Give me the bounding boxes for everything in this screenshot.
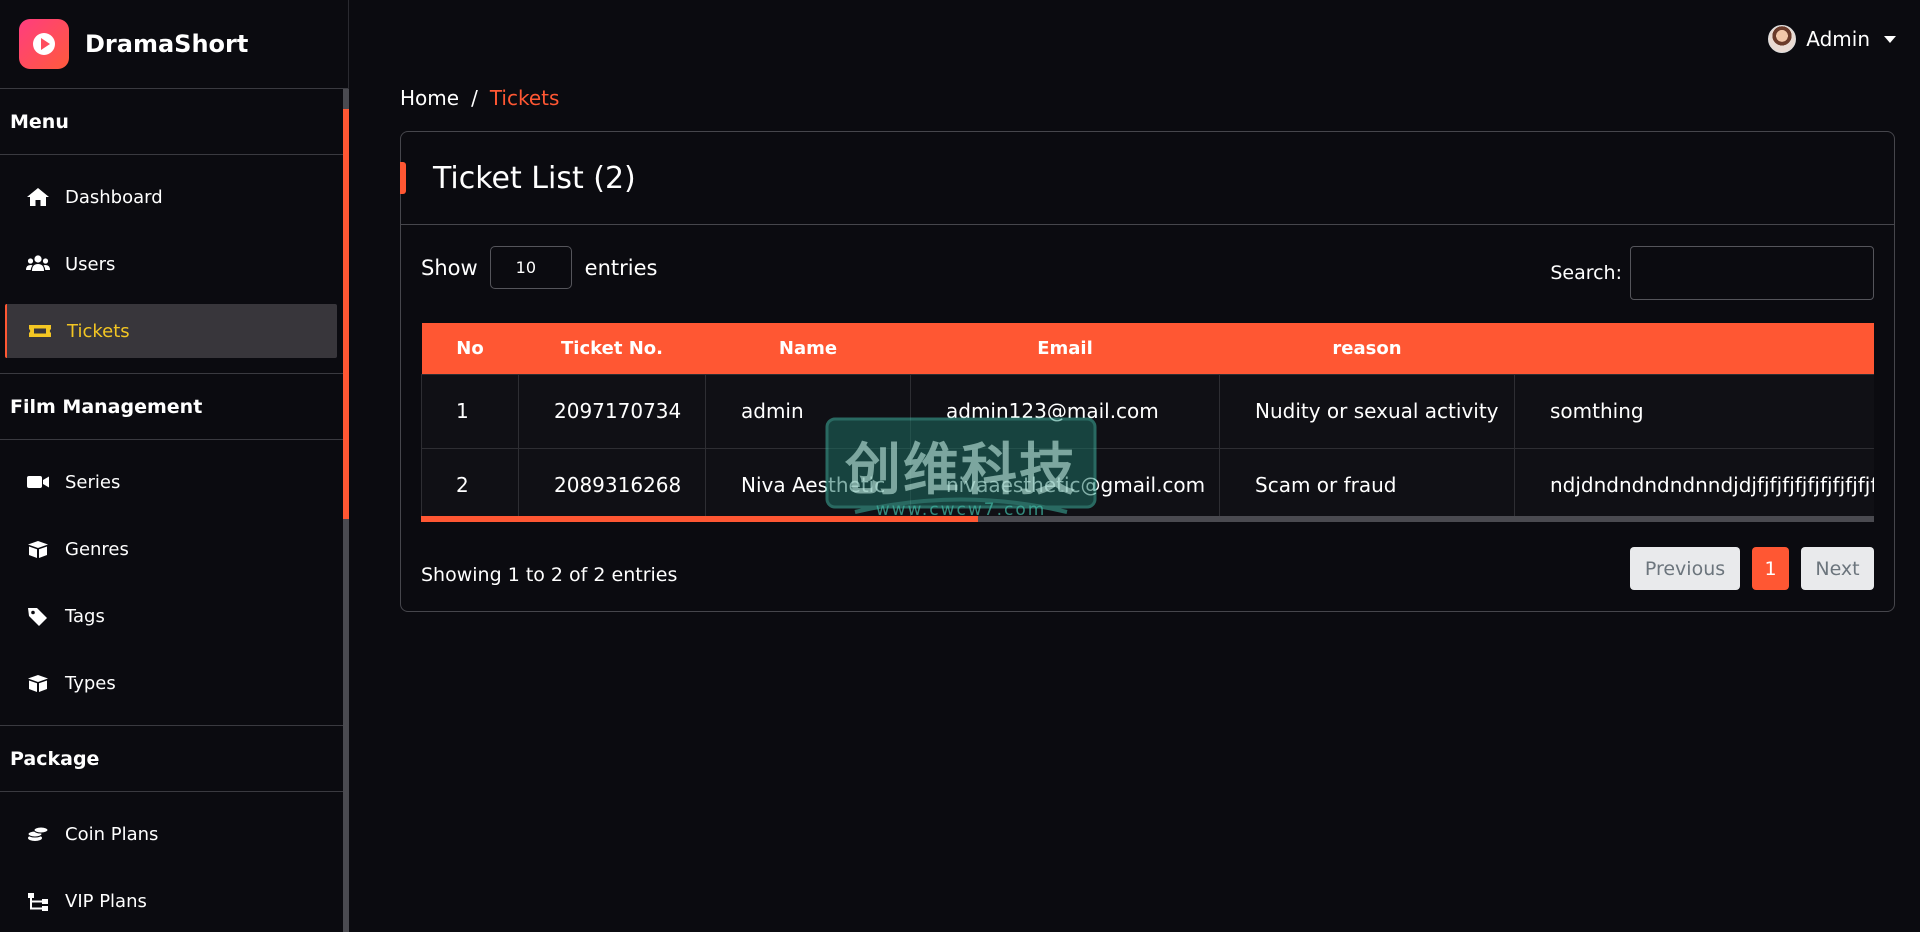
tag-icon	[23, 605, 53, 627]
nav-group-package: Coin Plans VIP Plans	[0, 792, 343, 932]
pagination: Previous 1 Next	[1630, 547, 1874, 590]
cell-reason: Scam or fraud	[1219, 447, 1515, 522]
search-input[interactable]	[1630, 246, 1874, 300]
video-icon	[23, 471, 53, 493]
table-header-row: No Ticket No. Name Email reason	[421, 323, 1875, 374]
page-length-select[interactable]: 10	[489, 246, 572, 289]
cell-email: nivaaesthetic@gmail.com	[910, 447, 1220, 522]
column-header-no[interactable]: No	[422, 323, 519, 374]
sidebar-nav: Menu Dashboard Users Tickets Film Manage…	[0, 89, 349, 932]
card-header: Ticket List (2)	[400, 132, 1894, 225]
section-title-menu: Menu	[0, 89, 343, 155]
sidebar-item-label: Tags	[65, 605, 105, 627]
user-name: Admin	[1806, 27, 1870, 51]
sidebar-item-users[interactable]: Users	[5, 237, 337, 291]
ticket-icon	[25, 320, 55, 342]
entries-label: entries	[584, 255, 658, 280]
sidebar-item-label: VIP Plans	[65, 890, 147, 912]
tickets-table: No Ticket No. Name Email reason 1 209717…	[421, 323, 1874, 522]
coins-icon	[23, 823, 53, 845]
sidebar-item-label: Tickets	[67, 320, 130, 342]
avatar	[1768, 25, 1797, 53]
sidebar-item-tickets[interactable]: Tickets	[5, 304, 337, 358]
sidebar-item-label: Genres	[65, 538, 129, 560]
nav-group-film-management: Series Genres Tags Types	[0, 440, 343, 726]
table-horizontal-scrollbar[interactable]	[421, 516, 1874, 522]
user-menu[interactable]: Admin	[1768, 24, 1896, 54]
column-header-ticket-no[interactable]: Ticket No.	[519, 323, 706, 374]
sidebar-item-dashboard[interactable]: Dashboard	[5, 170, 337, 224]
sidebar-item-types[interactable]: Types	[5, 656, 337, 710]
sidebar-item-genres[interactable]: Genres	[5, 522, 337, 576]
column-header-reason[interactable]: reason	[1220, 323, 1515, 374]
previous-button[interactable]: Previous	[1630, 547, 1740, 590]
show-label: Show	[421, 255, 478, 280]
nav-group-menu: Dashboard Users Tickets	[0, 155, 343, 374]
cell-description: ndjdndndndndnndjdjfjfjfjfjfjfjfjfjfjfjfj…	[1514, 447, 1874, 522]
cell-email: admin123@mail.com	[910, 373, 1220, 449]
cell-name: admin	[705, 373, 911, 449]
sidebar-item-label: Dashboard	[65, 186, 163, 208]
box-icon	[23, 538, 53, 560]
table-row: 2 2089316268 Niva Aesthetic nivaaestheti…	[421, 447, 1874, 522]
sidebar-item-series[interactable]: Series	[5, 455, 337, 509]
next-button[interactable]: Next	[1801, 547, 1874, 590]
breadcrumb: Home / Tickets	[400, 86, 559, 110]
page-length-control: Show 10 entries	[421, 246, 657, 289]
sidebar-item-label: Users	[65, 253, 116, 275]
sidebar-scrollbar-thumb[interactable]	[343, 109, 349, 519]
column-header-name[interactable]: Name	[706, 323, 911, 374]
column-header-email[interactable]: Email	[911, 323, 1220, 374]
caret-down-icon	[1884, 35, 1896, 43]
sidebar-item-vip-plans[interactable]: VIP Plans	[5, 874, 337, 928]
sidebar: DramaShort Menu Dashboard Users Tickets …	[0, 0, 349, 932]
cell-no: 2	[421, 447, 519, 522]
page-title: Ticket List (2)	[433, 160, 636, 196]
table-info: Showing 1 to 2 of 2 entries	[421, 564, 678, 586]
section-title-film-management: Film Management	[0, 374, 343, 440]
cell-ticket-no: 2097170734	[518, 373, 706, 449]
breadcrumb-home[interactable]: Home	[400, 86, 459, 110]
sidebar-item-label: Series	[65, 471, 121, 493]
cell-no: 1	[421, 373, 519, 449]
sidebar-item-label: Types	[65, 672, 116, 694]
table-scrollbar-thumb[interactable]	[421, 516, 978, 522]
search-control: Search:	[1550, 246, 1874, 300]
table-row: 1 2097170734 admin admin123@mail.com Nud…	[421, 373, 1874, 449]
sitemap-icon	[23, 890, 53, 912]
card-accent-bar	[400, 162, 406, 194]
cell-reason: Nudity or sexual activity	[1219, 373, 1515, 449]
sidebar-item-coin-plans[interactable]: Coin Plans	[5, 807, 337, 861]
search-label: Search:	[1550, 262, 1622, 284]
sidebar-item-tags[interactable]: Tags	[5, 589, 337, 643]
cell-ticket-no: 2089316268	[518, 447, 706, 522]
play-logo-icon	[19, 19, 69, 69]
brand-name: DramaShort	[85, 30, 249, 58]
table-controls: Show 10 entries Search:	[421, 246, 1874, 306]
box-icon	[23, 672, 53, 694]
breadcrumb-current: Tickets	[489, 86, 560, 110]
cell-description: somthing	[1514, 373, 1874, 449]
column-header-description[interactable]	[1515, 323, 1875, 374]
breadcrumb-separator: /	[471, 86, 478, 110]
brand[interactable]: DramaShort	[0, 0, 348, 89]
sidebar-item-label: Coin Plans	[65, 823, 159, 845]
ticket-list-card: Ticket List (2) Show 10 entries Search: …	[400, 131, 1895, 612]
users-icon	[23, 253, 53, 275]
home-icon	[23, 186, 53, 208]
table-scroll-container: No Ticket No. Name Email reason 1 209717…	[421, 323, 1874, 522]
page-number-button[interactable]: 1	[1752, 547, 1789, 590]
section-title-package: Package	[0, 726, 343, 792]
cell-name: Niva Aesthetic	[705, 447, 911, 522]
